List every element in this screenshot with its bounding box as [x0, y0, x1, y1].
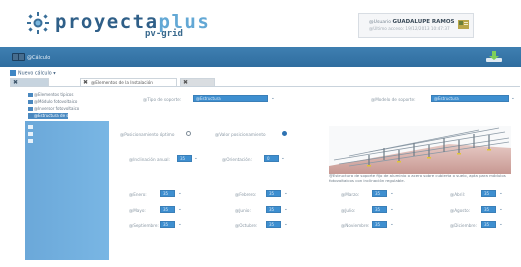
- chevron-down-icon[interactable]: ⌄: [390, 207, 394, 212]
- radio-optimo[interactable]: [186, 131, 191, 136]
- month-label: @Junio:: [235, 208, 251, 213]
- month-inclination-select[interactable]: 35: [160, 221, 175, 228]
- chevron-down-icon[interactable]: ⌄: [271, 96, 275, 101]
- download-icon[interactable]: [483, 50, 505, 64]
- modelo-soporte-label: @Modelo de soporte:: [371, 97, 416, 102]
- sidebar-sub-item[interactable]: [28, 138, 34, 143]
- sidebar-sub-item[interactable]: [28, 131, 34, 136]
- month-inclination-select[interactable]: 35: [160, 206, 175, 213]
- orientacion-select[interactable]: 0: [264, 155, 279, 162]
- month-label: @Febrero:: [235, 192, 257, 197]
- module-icon: [28, 99, 33, 105]
- user-card-icon[interactable]: [458, 20, 469, 29]
- month-inclination-select[interactable]: 35: [372, 190, 387, 197]
- main-toolbar: [0, 47, 521, 67]
- month-inclination-select[interactable]: 35: [160, 190, 175, 197]
- month-inclination-select[interactable]: 35: [372, 221, 387, 228]
- tab-results[interactable]: ✖: [180, 78, 215, 86]
- last-access: @Último acceso: 19/12/2013 10:47:37: [369, 26, 450, 31]
- brand-wordmark: proyectaplus: [55, 11, 210, 33]
- month-label: @Julio:: [341, 208, 356, 213]
- month-inclination-select[interactable]: 35: [266, 206, 281, 213]
- chevron-down-icon[interactable]: ⌄: [284, 191, 288, 196]
- tab-general[interactable]: ✖: [10, 78, 49, 86]
- inclinacion-label: @Inclinación anual:: [129, 157, 170, 162]
- user-info-box: @Usuario GUADALUPE RAMOS @Último acceso:…: [358, 13, 474, 38]
- sidebar-item-estructura[interactable]: @Estructura de soporte: [28, 113, 82, 119]
- month-inclination-select[interactable]: 35: [372, 206, 387, 213]
- structure-icon: [28, 113, 33, 119]
- opt-optimo-label: @Posicionamiento óptimo: [120, 132, 175, 137]
- tools-icon: ✖: [83, 79, 89, 86]
- tools-icon: ✖: [13, 79, 19, 86]
- inclinacion-select[interactable]: 35: [177, 155, 192, 162]
- orientacion-label: @Orientación:: [222, 157, 252, 162]
- item-icon: [28, 132, 33, 136]
- chevron-down-icon[interactable]: ⌄: [499, 191, 503, 196]
- month-inclination-select[interactable]: 35: [266, 190, 281, 197]
- folder-icon: [28, 92, 33, 98]
- app-header: proyectaplus pv-grid @Usuario GUADALUPE …: [0, 0, 521, 40]
- month-label: @Octubre:: [235, 223, 258, 228]
- sidebar-item-modulo[interactable]: @Módulo fotovoltaico: [28, 99, 77, 105]
- structure-render-image: [329, 126, 511, 174]
- chevron-down-icon[interactable]: ⌄: [178, 191, 182, 196]
- user-name: GUADALUPE RAMOS: [392, 19, 455, 25]
- dropdown-icon: ▾: [53, 71, 56, 77]
- chevron-down-icon[interactable]: ⌄: [499, 222, 503, 227]
- sidebar-item-elementos-tipicos[interactable]: @Elementos típicos: [28, 92, 73, 98]
- inverter-icon: [28, 106, 33, 112]
- month-inclination-select[interactable]: 35: [481, 206, 496, 213]
- calc-button-label: @Cálculo: [27, 54, 51, 61]
- chevron-down-icon[interactable]: ⌄: [390, 222, 394, 227]
- structure-description: @Estructura de soporte fijo de aluminio …: [329, 173, 506, 183]
- sidebar: @Elementos típicos @Módulo fotovoltaico …: [25, 90, 109, 260]
- tipo-soporte-label: @Tipo de soporte:: [143, 97, 182, 102]
- chevron-down-icon[interactable]: ⌄: [390, 191, 394, 196]
- month-label: @Abril:: [450, 192, 466, 197]
- month-inclination-select[interactable]: 35: [481, 221, 496, 228]
- month-label: @Noviembre:: [341, 223, 370, 228]
- breadcrumb-label: Nuevo cálculo: [18, 71, 52, 77]
- item-icon: [28, 125, 33, 129]
- user-prefix: @Usuario: [369, 20, 392, 25]
- tipo-soporte-select[interactable]: @Estructura: [193, 95, 268, 102]
- chevron-down-icon[interactable]: ⌄: [194, 156, 198, 161]
- month-label: @Marzo:: [341, 192, 360, 197]
- month-inclination-select[interactable]: 35: [266, 221, 281, 228]
- sidebar-item-inversor[interactable]: @Inversor fotovoltaico: [28, 106, 79, 112]
- opt-fijo-label: @Valor posicionamiento: [215, 132, 266, 137]
- tools-icon: ✖: [183, 79, 189, 86]
- new-calc-icon: [10, 70, 16, 76]
- calculator-icon: [12, 53, 25, 61]
- chevron-down-icon[interactable]: ⌄: [178, 222, 182, 227]
- modelo-soporte-select[interactable]: @Estructura: [431, 95, 509, 102]
- chevron-down-icon[interactable]: ⌄: [284, 207, 288, 212]
- brand-subtitle: pv-grid: [145, 29, 183, 39]
- month-label: @Mayo:: [129, 208, 146, 213]
- month-inclination-select[interactable]: 35: [481, 190, 496, 197]
- month-label: @Septiembre:: [129, 223, 159, 228]
- brand-main: proyecta: [55, 11, 159, 33]
- month-label: @Enero:: [129, 192, 147, 197]
- chevron-down-icon[interactable]: ⌄: [281, 156, 285, 161]
- tab-elementos-label: @Elementos de la Instalación: [91, 80, 153, 85]
- chevron-down-icon[interactable]: ⌄: [499, 207, 503, 212]
- tab-elementos[interactable]: ✖ @Elementos de la Instalación: [80, 78, 177, 86]
- month-label: @Agosto:: [450, 208, 471, 213]
- sidebar-panel: [25, 121, 109, 260]
- sun-logo-icon: [27, 12, 49, 34]
- radio-fijo[interactable]: [282, 131, 287, 136]
- chevron-down-icon[interactable]: ⌄: [511, 96, 515, 101]
- month-label: @Diciembre:: [450, 223, 477, 228]
- chevron-down-icon[interactable]: ⌄: [284, 222, 288, 227]
- sidebar-sub-item[interactable]: [28, 124, 34, 129]
- footer: [0, 263, 521, 267]
- tab-bar: ✖ ✖ @Elementos de la Instalación ✖: [10, 78, 520, 87]
- chevron-down-icon[interactable]: ⌄: [178, 207, 182, 212]
- breadcrumb[interactable]: Nuevo cálculo ▾: [10, 70, 56, 77]
- calc-button[interactable]: @Cálculo: [9, 51, 56, 63]
- item-icon: [28, 139, 33, 143]
